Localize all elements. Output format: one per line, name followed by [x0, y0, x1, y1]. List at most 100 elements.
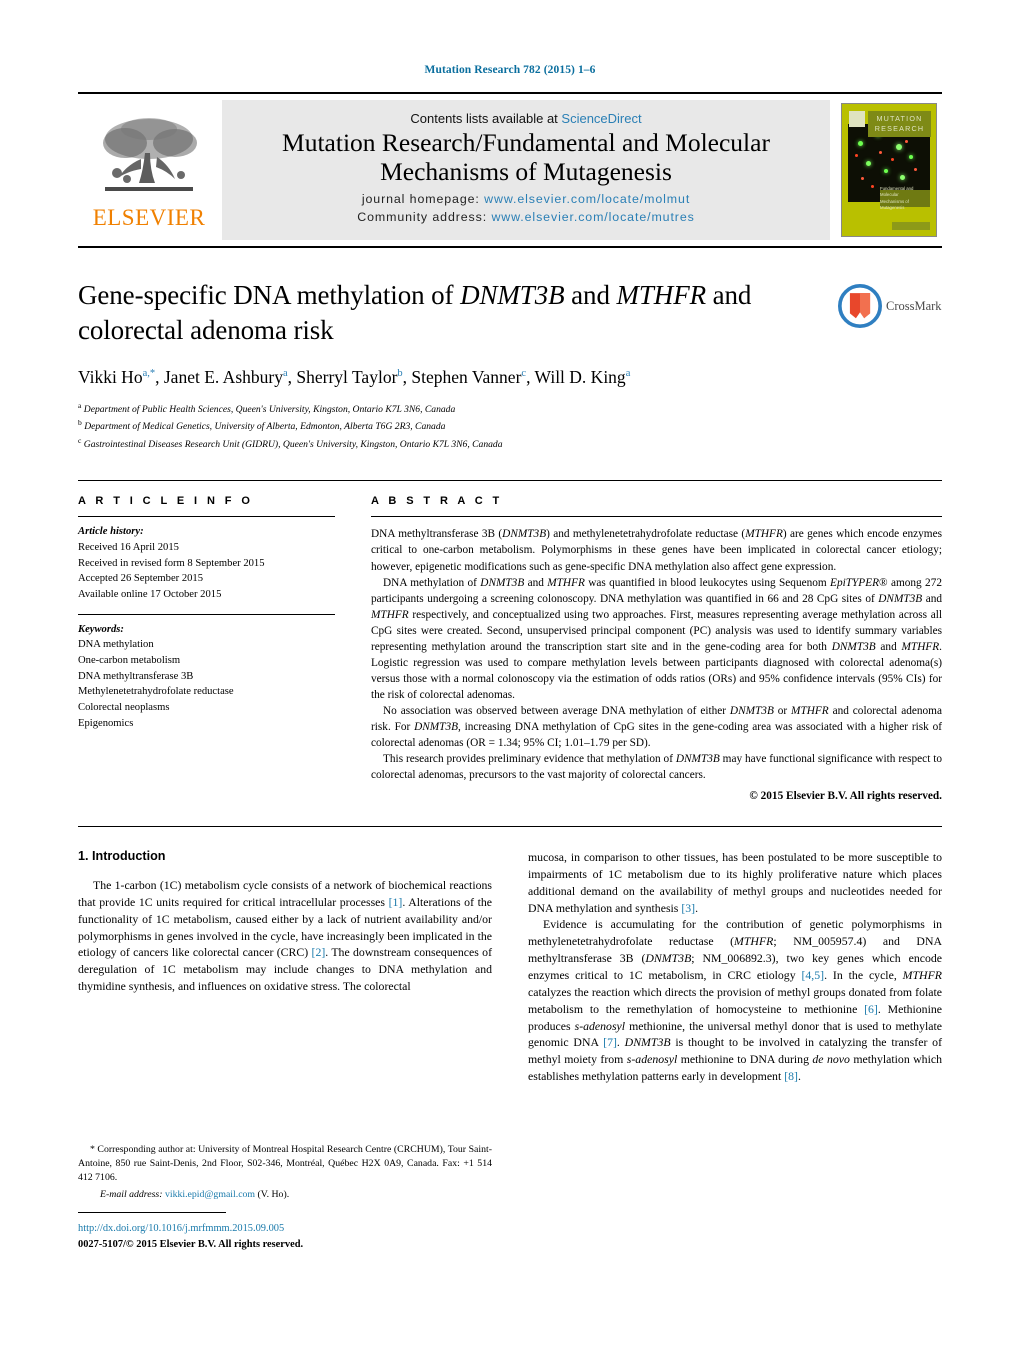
author-name: Sherryl Taylor [296, 367, 398, 388]
corresponding-author-note: * Corresponding author at: University of… [78, 1144, 492, 1184]
journal-cover-thumbnail: MUTATION RESEARCH Fundamental and Molecu… [841, 103, 937, 237]
paper-page: Mutation Research 782 (2015) 1–6 ELSEVIE… [0, 0, 1020, 1351]
intro-paragraph-right-1: mucosa, in comparison to other tissues, … [528, 849, 942, 915]
crossmark-label: CrossMark [886, 298, 942, 313]
introduction-heading: 1. Introduction [78, 848, 166, 863]
journal-homepage-url[interactable]: www.elsevier.com/locate/molmut [484, 192, 690, 206]
intro-paragraph-left: The 1-carbon (1C) metabolism cycle consi… [78, 877, 492, 994]
journal-title: Mutation Research/Fundamental and Molecu… [282, 129, 770, 186]
email-address-link[interactable]: vikki.epid@gmail.com [165, 1189, 255, 1200]
contents-prefix: Contents lists available at [410, 111, 562, 127]
title-segment-2: and [564, 280, 617, 310]
journal-masthead: ELSEVIER Contents lists available at Sci… [78, 92, 942, 248]
author-affil-mark: a [282, 368, 288, 380]
author-item: Stephen Vannerc [411, 367, 526, 387]
history-item: Available online 17 October 2015 [78, 589, 222, 601]
abstract-heading: A B S T R A C T [371, 495, 503, 508]
author-name: Vikki Ho [78, 367, 143, 388]
abstract-paragraph: No association was observed between aver… [371, 704, 942, 749]
journal-title-line-2: Mechanisms of Mutagenesis [380, 156, 672, 186]
article-info-heading: A R T I C L E I N F O [78, 495, 254, 508]
masthead-center: Contents lists available at ScienceDirec… [222, 100, 830, 240]
author-item: Vikki Hoa,* [78, 367, 155, 387]
cover-subtitle-line-2: Mechanisms of Mutagenesis [880, 198, 909, 210]
title-block: Gene-specific DNA methylation of DNMT3B … [78, 278, 942, 452]
cover-title-line-1: MUTATION [876, 114, 923, 124]
affiliation-text: Department of Public Health Sciences, Qu… [83, 404, 456, 416]
intro-paragraph-right-2: Evidence is accumulating for the contrib… [528, 917, 943, 1084]
article-history-label: Article history: [78, 526, 144, 538]
journal-title-line-1: Mutation Research/Fundamental and Molecu… [282, 128, 770, 158]
author-item: Will D. Kinga [535, 367, 631, 387]
issn-copyright: 0027-5107/© 2015 Elsevier B.V. All right… [78, 1238, 304, 1250]
email-note: E-mail address: vikki.epid@gmail.com (V.… [78, 1188, 492, 1202]
crossmark-icon [838, 284, 882, 328]
article-info-column: A R T I C L E I N F O Article history: R… [78, 481, 335, 804]
author-affil-mark: a,* [142, 368, 156, 380]
affiliation-mark: b [78, 418, 82, 428]
email-suffix: (V. Ho). [255, 1188, 290, 1200]
abstract-column: A B S T R A C T DNA methyltransferase 3B… [371, 481, 942, 804]
journal-homepage-line: journal homepage: www.elsevier.com/locat… [362, 191, 690, 209]
author-name: Will D. King [534, 367, 626, 388]
history-item: Received 16 April 2015 [78, 542, 179, 554]
author-affil-mark: a [625, 368, 631, 380]
affiliation-mark: a [78, 400, 82, 410]
title-gene-mthfr: MTHFR [616, 280, 707, 310]
title-segment-1: Gene-specific DNA methylation of [78, 280, 461, 310]
abstract-paragraph: This research provides preliminary evide… [371, 752, 942, 781]
keyword-item: DNA methyltransferase 3B [78, 670, 194, 682]
body-columns: 1. Introduction The 1-carbon (1C) metabo… [78, 849, 942, 1085]
author-item: Sherryl Taylorb [296, 367, 402, 387]
keywords-label: Keywords: [78, 623, 124, 635]
cover-title-line-2: RESEARCH [874, 124, 925, 133]
community-address-label: Community address: [357, 210, 488, 225]
affiliation-text: Gastrointestinal Diseases Research Unit … [83, 439, 503, 451]
article-history: Article history: Received 16 April 2015 … [78, 517, 335, 613]
journal-cover-container: MUTATION RESEARCH Fundamental and Molecu… [836, 94, 942, 246]
contents-available-line: Contents lists available at ScienceDirec… [410, 111, 641, 126]
sciencedirect-link[interactable]: ScienceDirect [561, 111, 641, 126]
abstract-copyright: © 2015 Elsevier B.V. All rights reserved… [749, 789, 942, 802]
crossmark-badge[interactable]: CrossMark [838, 280, 942, 332]
author-affil-mark: b [397, 368, 403, 380]
cover-footer-band [892, 222, 930, 230]
affiliation-mark: c [78, 435, 82, 445]
author-list: Vikki Hoa,*, Janet E. Ashburya, Sherryl … [78, 367, 631, 388]
keyword-item: Methylenetetrahydrofolate reductase [78, 686, 234, 698]
cover-title-band: MUTATION RESEARCH [868, 111, 931, 137]
affiliation-list: a Department of Public Health Sciences, … [78, 400, 942, 453]
body-right-column: mucosa, in comparison to other tissues, … [528, 849, 942, 1085]
history-item: Accepted 26 September 2015 [78, 573, 204, 585]
author-name: Janet E. Ashbury [163, 367, 283, 388]
cover-subtitle-band: Fundamental and Molecular Mechanisms of … [880, 186, 930, 210]
email-label: E-mail address: [100, 1188, 163, 1200]
elsevier-wordmark: ELSEVIER [92, 205, 206, 230]
community-address-line: Community address: www.elsevier.com/loca… [357, 209, 694, 227]
keyword-item: DNA methylation [78, 639, 154, 651]
keyword-item: Epigenomics [78, 717, 134, 729]
affiliation-text: Department of Medical Genetics, Universi… [84, 421, 446, 433]
history-item: Received in revised form 8 September 201… [78, 557, 265, 569]
author-name: Stephen Vanner [411, 367, 522, 388]
affiliation-item: c Gastrointestinal Diseases Research Uni… [78, 435, 942, 453]
keyword-item: Colorectal neoplasms [78, 702, 170, 714]
publisher-logo: ELSEVIER [78, 94, 220, 246]
abstract-paragraph: DNA methyltransferase 3B (DNMT3B) and me… [371, 528, 942, 573]
abstract-body: DNA methyltransferase 3B (DNMT3B) and me… [371, 517, 942, 804]
info-abstract-region: A R T I C L E I N F O Article history: R… [78, 480, 942, 804]
doi-link[interactable]: http://dx.doi.org/10.1016/j.mrfmmm.2015.… [78, 1221, 492, 1236]
cover-publisher-mark [849, 111, 865, 127]
keyword-item: One-carbon metabolism [78, 655, 181, 667]
cover-subtitle-line-1: Fundamental and Molecular [880, 185, 914, 198]
abstract-paragraph: DNA methylation of DNMT3B and MTHFR was … [371, 576, 943, 701]
title-gene-dnmt3b: DNMT3B [460, 280, 565, 310]
community-address-url[interactable]: www.elsevier.com/locate/mutres [491, 210, 694, 224]
keywords-list: Keywords: DNA methylation One-carbon met… [78, 615, 335, 732]
affiliation-item: a Department of Public Health Sciences, … [78, 400, 942, 418]
author-affil-mark: c [521, 368, 527, 380]
journal-homepage-label: journal homepage: [361, 192, 480, 207]
footnote-divider [78, 1211, 226, 1213]
author-item: Janet E. Ashburya [164, 367, 288, 387]
running-head: Mutation Research 782 (2015) 1–6 [424, 64, 596, 76]
